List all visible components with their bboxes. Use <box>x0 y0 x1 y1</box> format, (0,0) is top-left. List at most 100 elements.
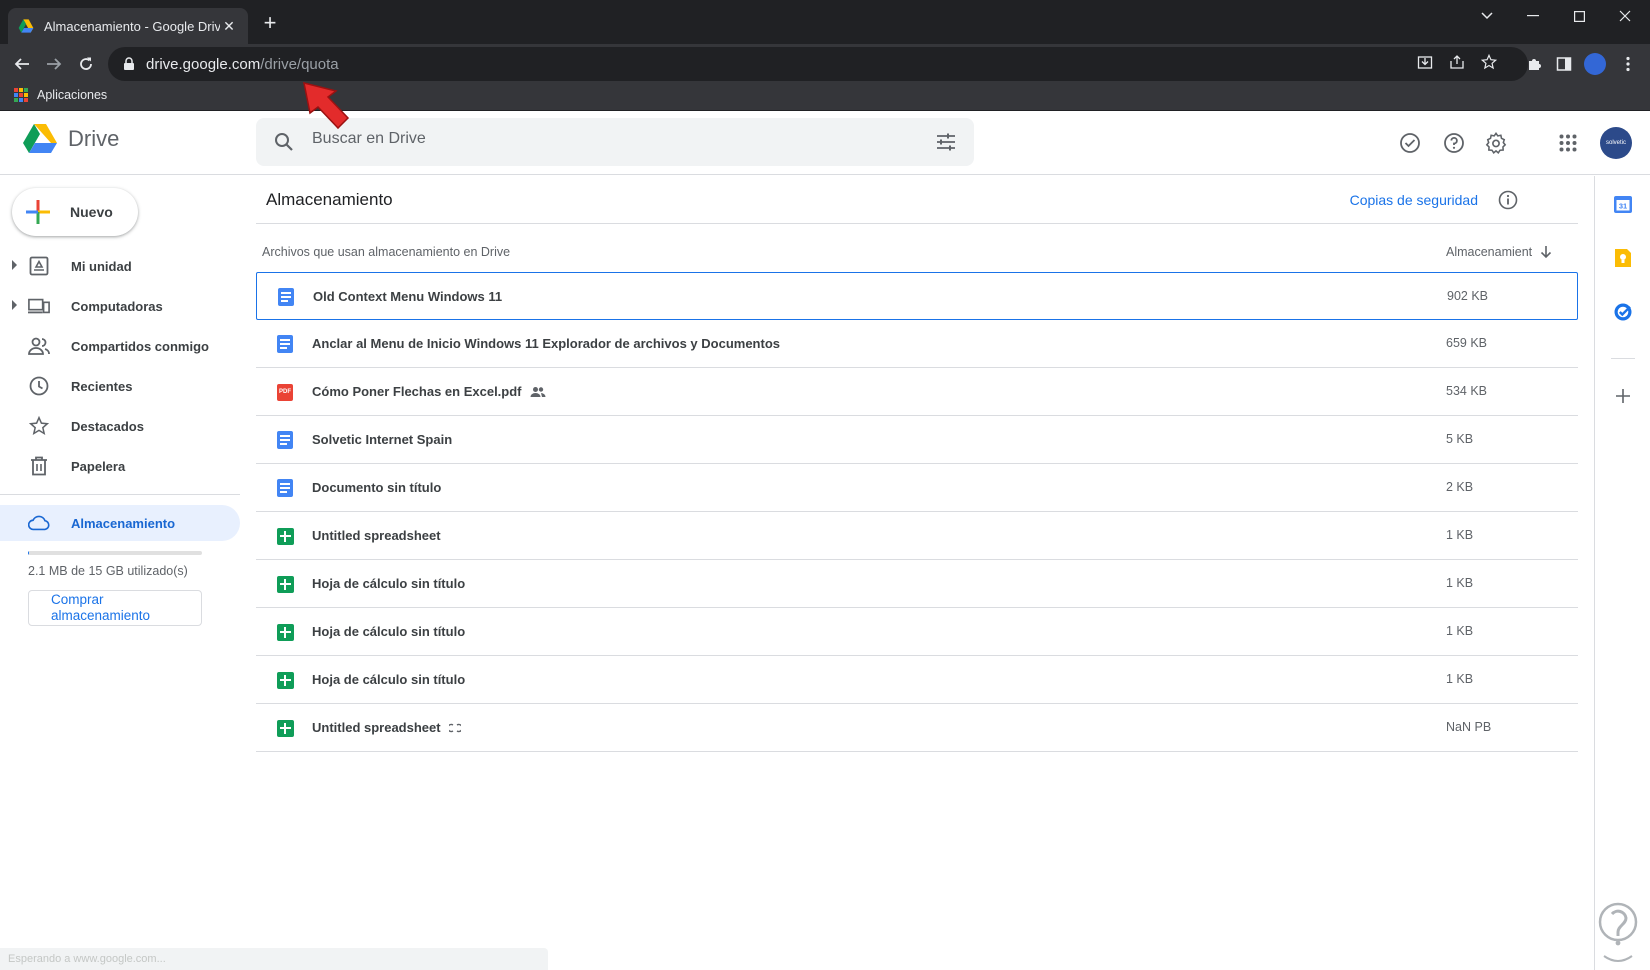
tasks-icon[interactable] <box>1611 300 1635 324</box>
minimize-icon[interactable] <box>1510 0 1556 32</box>
my-drive-icon <box>28 255 50 277</box>
file-name: Documento sin título <box>312 480 441 495</box>
browser-tab[interactable]: Almacenamiento - Google Drive ✕ <box>8 8 248 44</box>
drive-logo[interactable]: Drive <box>22 123 119 155</box>
search-options-icon[interactable] <box>934 130 958 154</box>
google-sheets-icon <box>276 719 294 737</box>
table-row[interactable]: Solvetic Internet Spain 5 KB <box>256 416 1578 464</box>
google-apps-icon[interactable] <box>1554 129 1582 157</box>
table-row[interactable]: Old Context Menu Windows 11 902 KB <box>256 272 1578 320</box>
table-row[interactable]: Documento sin título 2 KB <box>256 464 1578 512</box>
table-row[interactable]: PDF Cómo Poner Flechas en Excel.pdf 534 KB <box>256 368 1578 416</box>
table-row[interactable]: Hoja de cálculo sin título 1 KB <box>256 656 1578 704</box>
url-path: /drive/quota <box>260 55 339 73</box>
new-plus-icon <box>26 200 50 224</box>
avatar-text: solvetic <box>1605 140 1626 146</box>
file-list: Old Context Menu Windows 11 902 KB Anclar … <box>256 272 1578 752</box>
ready-offline-icon[interactable] <box>1396 129 1424 157</box>
buy-storage-button[interactable]: Comprar almacenamiento <box>28 590 202 626</box>
bookmark-star-icon[interactable] <box>1480 53 1498 71</box>
table-row[interactable]: Hoja de cálculo sin título 1 KB <box>256 560 1578 608</box>
column-header-storage[interactable]: Almacenamient <box>1446 245 1552 259</box>
expand-caret-icon[interactable] <box>12 300 17 310</box>
calendar-icon[interactable]: 31 <box>1611 192 1635 216</box>
bookmarks-bar: Aplicaciones <box>0 84 1650 111</box>
google-sheets-icon <box>276 575 294 593</box>
share-icon[interactable] <box>1448 53 1466 71</box>
file-name: Hoja de cálculo sin título <box>312 624 465 639</box>
browser-toolbar: drive.google.com/drive/quota <box>0 44 1650 84</box>
google-docs-icon <box>276 431 294 449</box>
file-name: Untitled spreadsheet <box>312 528 441 543</box>
account-avatar[interactable]: solvetic <box>1600 127 1632 159</box>
side-panel-icon[interactable] <box>1550 50 1578 78</box>
sidebar-item-starred[interactable]: Destacados <box>0 408 240 444</box>
expand-caret-icon[interactable] <box>12 260 17 270</box>
browser-profile-avatar[interactable] <box>1584 53 1606 75</box>
sidebar-item-shared[interactable]: Compartidos conmigo <box>0 328 240 364</box>
left-sidebar: Nuevo Mi unidad Computadoras Compartidos… <box>0 176 248 970</box>
title-divider <box>256 223 1578 224</box>
drive-favicon-icon <box>18 19 34 33</box>
file-name: Hoja de cálculo sin título <box>312 576 465 591</box>
shared-people-icon <box>530 386 546 398</box>
forward-icon[interactable] <box>40 50 68 78</box>
solvetic-watermark-icon <box>1598 902 1638 962</box>
table-row[interactable]: Untitled spreadsheet NaN PB <box>256 704 1578 752</box>
back-icon[interactable] <box>8 50 36 78</box>
sidebar-item-trash[interactable]: Papelera <box>0 448 240 484</box>
side-panel-divider <box>1611 358 1635 359</box>
help-icon[interactable] <box>1440 129 1468 157</box>
annotation-arrow-icon <box>303 82 350 130</box>
tab-title: Almacenamiento - Google Drive <box>44 18 220 34</box>
address-bar[interactable]: drive.google.com/drive/quota <box>108 47 1528 81</box>
table-row[interactable]: Hoja de cálculo sin título 1 KB <box>256 608 1578 656</box>
backups-link[interactable]: Copias de seguridad <box>1350 192 1478 208</box>
table-row[interactable]: Untitled spreadsheet 1 KB <box>256 512 1578 560</box>
file-name-text: Hoja de cálculo sin título <box>312 576 466 591</box>
sort-descending-icon[interactable] <box>1540 245 1552 259</box>
file-storage-size: 1 KB <box>1446 528 1474 542</box>
sidebar-item-storage[interactable]: Almacenamiento <box>0 505 240 541</box>
tab-search-icon[interactable] <box>1464 0 1510 32</box>
sidebar-item-my-drive[interactable]: Mi unidad <box>0 248 240 284</box>
bookmark-apps[interactable]: Aplicaciones <box>14 88 107 102</box>
sidebar-item-computers[interactable]: Computadoras <box>0 288 240 324</box>
file-storage-size: 1 KB <box>1446 576 1474 590</box>
file-name-text: Anclar al Menu de Inicio Windows 11 Expl… <box>312 336 780 351</box>
get-addons-plus-icon[interactable] <box>1611 384 1635 408</box>
file-storage-size: 1 KB <box>1446 624 1474 638</box>
new-tab-icon[interactable]: + <box>258 12 282 36</box>
google-docs-icon <box>276 479 294 497</box>
new-button[interactable]: Nuevo <box>12 188 138 236</box>
search-box[interactable] <box>256 118 974 166</box>
file-name-text: Cómo Poner Flechas en Excel.pdf <box>312 384 522 399</box>
search-input[interactable] <box>312 130 892 148</box>
info-icon[interactable] <box>1496 188 1520 212</box>
tab-close-icon[interactable]: ✕ <box>220 17 238 35</box>
keep-icon[interactable] <box>1611 246 1635 270</box>
close-window-icon[interactable] <box>1602 0 1648 32</box>
shared-icon <box>28 335 50 357</box>
install-app-icon[interactable] <box>1416 53 1434 71</box>
sidebar-item-label: Mi unidad <box>71 259 132 274</box>
url-host: drive.google.com <box>146 55 261 73</box>
table-row[interactable]: Anclar al Menu de Inicio Windows 11 Expl… <box>256 320 1578 368</box>
storage-quota-text: 2.1 MB de 15 GB utilizado(s) <box>28 564 188 578</box>
file-name: Hoja de cálculo sin título <box>312 672 465 687</box>
file-storage-size: 659 KB <box>1446 336 1488 350</box>
settings-gear-icon[interactable] <box>1482 129 1510 157</box>
maximize-icon[interactable] <box>1556 0 1602 32</box>
reload-icon[interactable] <box>72 50 100 78</box>
browser-tab-strip: Almacenamiento - Google Drive ✕ + <box>0 0 1650 44</box>
extensions-icon[interactable] <box>1520 50 1548 78</box>
browser-menu-icon[interactable] <box>1614 50 1642 78</box>
search-icon[interactable] <box>272 130 296 154</box>
sidebar-item-label: Computadoras <box>71 299 163 314</box>
file-name-text: Untitled spreadsheet <box>312 528 441 543</box>
browser-status-bar: Esperando a www.google.com... <box>0 948 548 970</box>
google-docs-icon <box>276 335 294 353</box>
clock-icon <box>28 375 50 397</box>
sidebar-item-recent[interactable]: Recientes <box>0 368 240 404</box>
trash-icon <box>28 455 50 477</box>
